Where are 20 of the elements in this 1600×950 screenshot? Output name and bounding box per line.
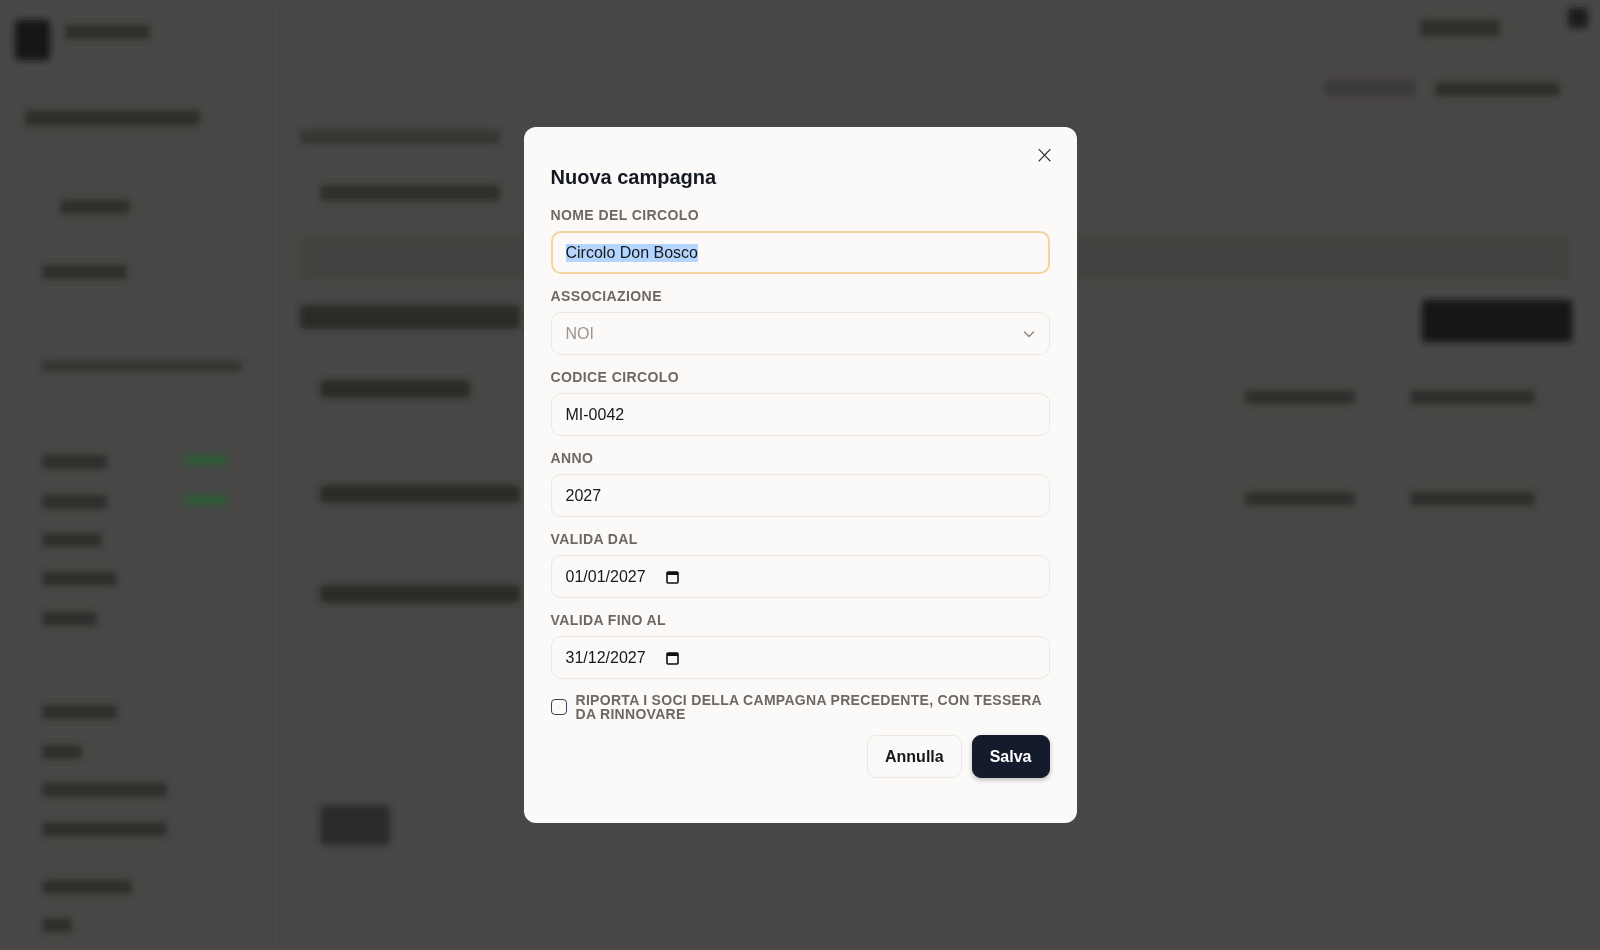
calendar-icon	[665, 650, 679, 665]
save-button[interactable]: Salva	[971, 735, 1050, 778]
date-field[interactable]: 31/12/2027	[550, 636, 1050, 679]
calendar-icon	[665, 569, 679, 584]
field-label: CODICE CIRCOLO	[550, 368, 680, 386]
input-field[interactable]: 2027	[550, 474, 1050, 517]
chevron-down-icon	[1022, 329, 1035, 338]
checkbox-label: RIPORTA I SOCI DELLA CAMPAGNA PRECEDENTE, CON TESSERA DA RINNOVARE	[575, 693, 1043, 721]
checkbox[interactable]	[550, 699, 567, 715]
input-field[interactable]: MI-0042	[550, 393, 1050, 436]
field-label: NOME DEL CIRCOLO	[550, 206, 700, 224]
dialog-title: Nuova campagna	[550, 165, 718, 189]
field-label: VALIDA DAL	[550, 530, 639, 548]
close-button[interactable]: ×	[1032, 143, 1057, 167]
date-field[interactable]: 01/01/2027	[550, 555, 1050, 598]
field-label: ASSOCIAZIONE	[550, 287, 663, 305]
field-label: ANNO	[550, 449, 595, 467]
input-field[interactable]: Circolo Don Bosco	[550, 231, 1050, 274]
field-label: VALIDA FINO AL	[550, 611, 667, 629]
cancel-button[interactable]: Annulla	[867, 735, 962, 778]
